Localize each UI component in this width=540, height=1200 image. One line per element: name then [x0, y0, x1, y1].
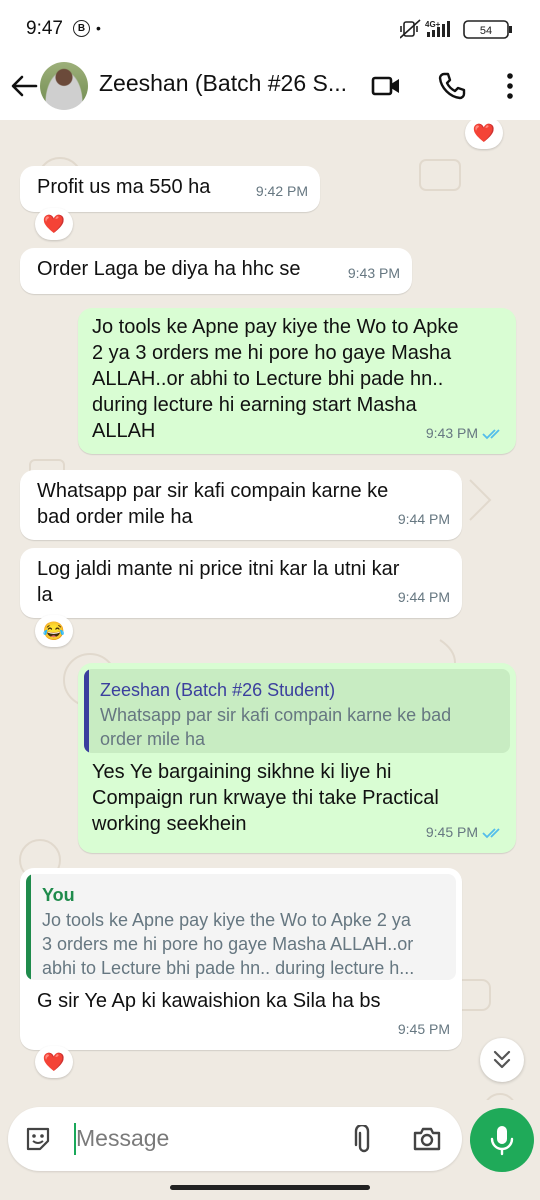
- reaction-badge[interactable]: ❤️: [35, 208, 73, 240]
- message-time: 9:44 PM: [397, 511, 450, 527]
- quoted-message[interactable]: Zeeshan (Batch #26 Student) Whatsapp par…: [84, 669, 510, 753]
- message-text: G sir Ye Ap ki kawaishion ka Sila ha bs: [37, 990, 381, 1012]
- message-bubble[interactable]: Zeeshan (Batch #26 Student) Whatsapp par…: [78, 663, 516, 853]
- message-composer[interactable]: Message: [8, 1107, 462, 1171]
- message-text: Order Laga be diya ha hhc se: [37, 258, 301, 280]
- message-time: 9:43 PM: [426, 420, 504, 446]
- quote-accent-bar: [26, 874, 31, 980]
- video-call-icon[interactable]: [370, 70, 402, 102]
- battery-icon: 54: [463, 20, 512, 39]
- quoted-sender: You: [42, 885, 75, 905]
- heart-icon: ❤️: [42, 214, 66, 234]
- sticker-emoji-icon[interactable]: [24, 1125, 52, 1153]
- quoted-text: Whatsapp par sir kafi compain karne ke b…: [100, 705, 452, 749]
- microphone-icon: [490, 1126, 514, 1156]
- message-time: 9:45 PM: [426, 819, 504, 845]
- message-text: Jo tools ke Apne pay kiye the Wo to Apke…: [92, 316, 459, 442]
- message-time: 9:45 PM: [397, 1021, 450, 1037]
- status-dot: •: [96, 20, 101, 36]
- laughing-emoji-icon: 😂: [42, 621, 66, 641]
- message-bubble[interactable]: Jo tools ke Apne pay kiye the Wo to Apke…: [78, 308, 516, 454]
- chat-title[interactable]: Zeeshan (Batch #26 S...: [99, 70, 347, 97]
- status-time: 9:47: [26, 18, 63, 39]
- message-bubble[interactable]: Profit us ma 550 ha 9:42 PM: [20, 166, 320, 212]
- contact-avatar[interactable]: [40, 62, 88, 110]
- quoted-text: Jo tools ke Apne pay kiye the Wo to Apke…: [42, 910, 415, 978]
- scroll-down-button[interactable]: [480, 1038, 524, 1082]
- reaction-badge[interactable]: ❤️: [35, 1046, 73, 1078]
- message-input[interactable]: Message: [76, 1125, 169, 1152]
- message-time: 9:44 PM: [397, 589, 450, 605]
- status-icons: 4G+ 54: [400, 19, 512, 39]
- message-text: Yes Ye bargaining sikhne ki liye hi Comp…: [92, 761, 439, 835]
- message-text: Log jaldi mante ni price itni kar la utn…: [37, 558, 400, 606]
- attach-icon[interactable]: [350, 1125, 378, 1155]
- read-receipt-icon: [482, 429, 500, 440]
- quote-accent-bar: [84, 669, 89, 753]
- quoted-sender: Zeeshan (Batch #26 Student): [100, 680, 336, 700]
- status-bar: 9:47 B • 4G+ 54: [0, 0, 540, 58]
- double-chevron-down-icon: [493, 1050, 511, 1069]
- message-text: Profit us ma 550 ha: [37, 176, 211, 198]
- chat-area[interactable]: ❤️ Profit us ma 550 ha 9:42 PM ❤️ Order …: [0, 120, 540, 1100]
- voice-message-button[interactable]: [470, 1108, 534, 1172]
- gesture-handle: [170, 1185, 370, 1190]
- heart-icon: ❤️: [472, 123, 496, 143]
- more-options-icon[interactable]: [494, 70, 526, 102]
- battery-level: 54: [480, 25, 492, 37]
- message-text: Whatsapp par sir kafi compain karne ke b…: [37, 480, 389, 528]
- camera-icon[interactable]: [412, 1125, 442, 1153]
- reaction-badge[interactable]: ❤️: [465, 120, 503, 149]
- message-time: 9:42 PM: [255, 183, 308, 199]
- message-time: 9:43 PM: [347, 265, 400, 281]
- reaction-badge[interactable]: 😂: [35, 615, 73, 647]
- quoted-message[interactable]: You Jo tools ke Apne pay kiye the Wo to …: [26, 874, 456, 980]
- back-arrow-icon[interactable]: [8, 70, 40, 102]
- voice-call-icon[interactable]: [436, 70, 468, 102]
- message-bubble[interactable]: Log jaldi mante ni price itni kar la utn…: [20, 548, 462, 618]
- status-badge: B: [73, 20, 90, 37]
- heart-icon: ❤️: [42, 1052, 66, 1072]
- composer-bar: Message: [0, 1100, 540, 1200]
- chat-header: Zeeshan (Batch #26 S...: [0, 58, 540, 120]
- message-bubble[interactable]: Order Laga be diya ha hhc se 9:43 PM: [20, 248, 412, 294]
- read-receipt-icon: [482, 828, 500, 839]
- vibrate-mute-icon: [400, 19, 421, 39]
- message-bubble[interactable]: You Jo tools ke Apne pay kiye the Wo to …: [20, 868, 462, 1050]
- message-bubble[interactable]: Whatsapp par sir kafi compain karne ke b…: [20, 470, 462, 540]
